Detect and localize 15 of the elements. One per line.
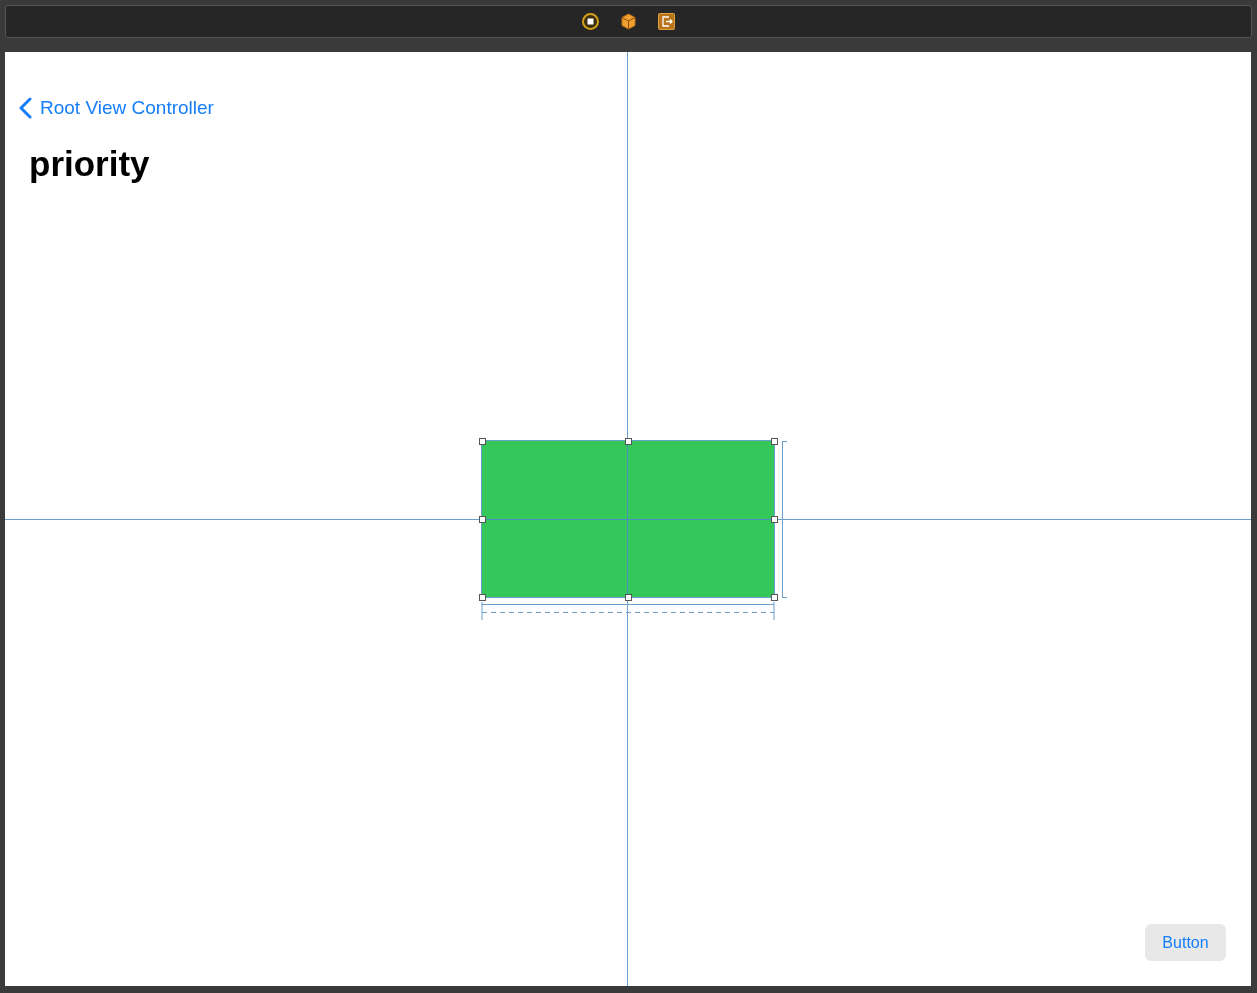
resize-handle[interactable] bbox=[771, 516, 778, 523]
page-title: priority bbox=[29, 146, 150, 181]
resize-handle[interactable] bbox=[771, 438, 778, 445]
stop-circle-icon[interactable] bbox=[582, 13, 599, 30]
cube-icon[interactable] bbox=[621, 13, 636, 30]
exit-icon[interactable] bbox=[658, 13, 675, 30]
resize-handle[interactable] bbox=[625, 438, 632, 445]
resize-handle[interactable] bbox=[479, 594, 486, 601]
resize-handle[interactable] bbox=[479, 516, 486, 523]
resize-handle[interactable] bbox=[625, 594, 632, 601]
resize-handle[interactable] bbox=[771, 594, 778, 601]
button[interactable]: Button bbox=[1145, 924, 1226, 961]
resize-handle[interactable] bbox=[479, 438, 486, 445]
back-button[interactable]: Root View Controller bbox=[40, 94, 214, 123]
chevron-left-icon[interactable] bbox=[19, 97, 32, 120]
